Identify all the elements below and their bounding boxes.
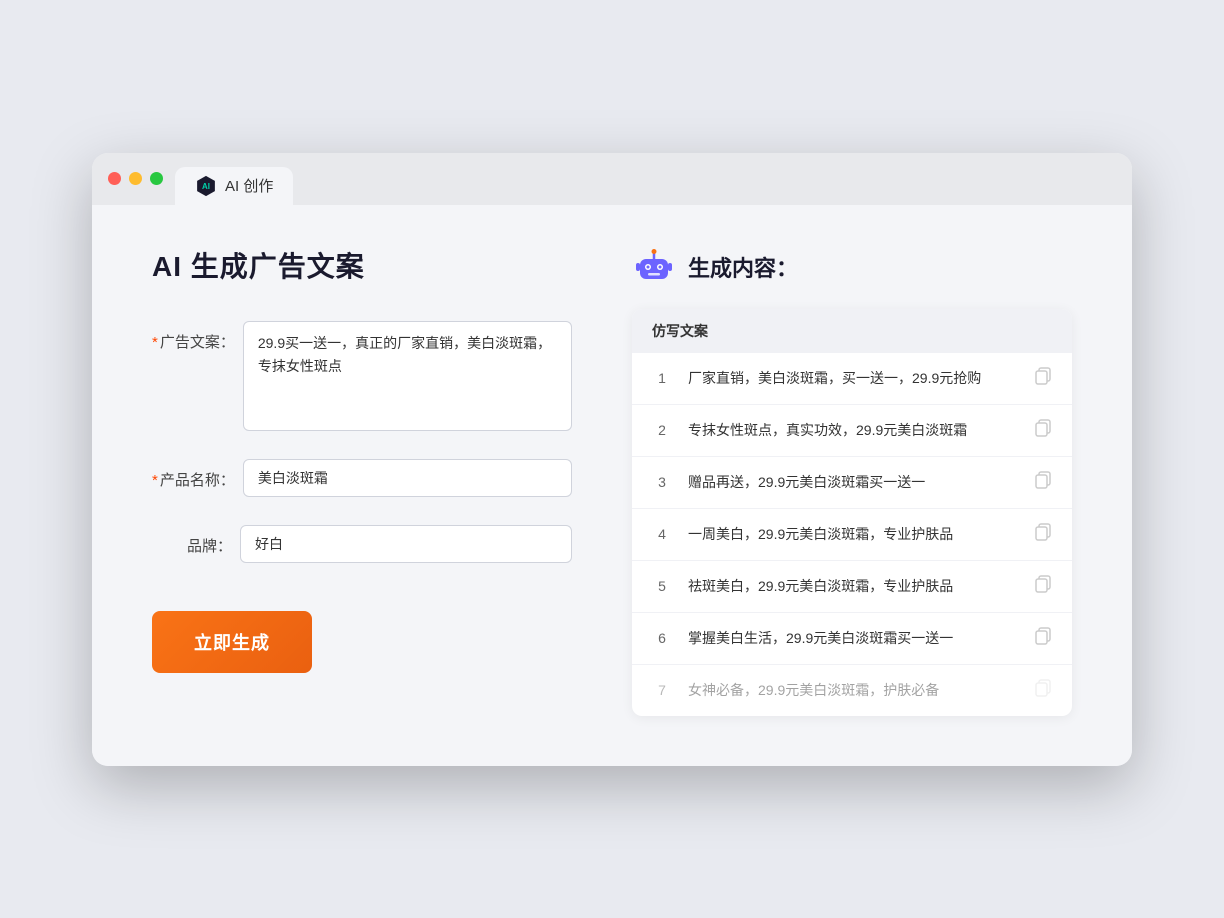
- close-button[interactable]: [108, 172, 121, 185]
- results-header-area: 生成内容：: [632, 245, 1072, 289]
- left-panel: AI 生成广告文案 *广告文案： 29.9买一送一，真正的厂家直销，美白淡斑霜，…: [152, 245, 572, 716]
- ad-copy-group: *广告文案： 29.9买一送一，真正的厂家直销，美白淡斑霜，专抹女性斑点: [152, 321, 572, 431]
- row-number: 5: [652, 578, 672, 594]
- browser-content: AI 生成广告文案 *广告文案： 29.9买一送一，真正的厂家直销，美白淡斑霜，…: [92, 205, 1132, 766]
- minimize-button[interactable]: [129, 172, 142, 185]
- row-text: 专抹女性斑点，真实功效，29.9元美白淡斑霜: [688, 420, 1018, 441]
- product-name-group: *产品名称：: [152, 459, 572, 497]
- brand-label: 品牌：: [152, 525, 232, 556]
- table-row: 7 女神必备，29.9元美白淡斑霜，护肤必备: [632, 665, 1072, 716]
- copy-icon[interactable]: [1034, 419, 1052, 442]
- row-text: 一周美白，29.9元美白淡斑霜，专业护肤品: [688, 524, 1018, 545]
- copy-icon[interactable]: [1034, 367, 1052, 390]
- required-mark-1: *: [152, 334, 158, 351]
- table-row: 2 专抹女性斑点，真实功效，29.9元美白淡斑霜: [632, 405, 1072, 457]
- traffic-lights: [108, 172, 163, 199]
- product-input[interactable]: [243, 459, 572, 497]
- table-row: 6 掌握美白生活，29.9元美白淡斑霜买一送一: [632, 613, 1072, 665]
- table-row: 1 厂家直销，美白淡斑霜，买一送一，29.9元抢购: [632, 353, 1072, 405]
- row-text: 祛斑美白，29.9元美白淡斑霜，专业护肤品: [688, 576, 1018, 597]
- row-number: 1: [652, 370, 672, 386]
- row-text: 掌握美白生活，29.9元美白淡斑霜买一送一: [688, 628, 1018, 649]
- results-title: 生成内容：: [688, 251, 798, 283]
- robot-icon: [632, 245, 676, 289]
- row-number: 4: [652, 526, 672, 542]
- copy-icon[interactable]: [1034, 627, 1052, 650]
- ad-copy-label: *广告文案：: [152, 321, 235, 352]
- tab-label: AI 创作: [225, 175, 273, 196]
- browser-window: AI AI 创作 AI 生成广告文案 *广告文案： 29.9买一送一，真正的厂家…: [92, 153, 1132, 766]
- product-label: *产品名称：: [152, 459, 235, 490]
- copy-icon[interactable]: [1034, 575, 1052, 598]
- row-number: 2: [652, 422, 672, 438]
- table-row: 4 一周美白，29.9元美白淡斑霜，专业护肤品: [632, 509, 1072, 561]
- tab-bar: AI AI 创作: [175, 167, 293, 205]
- ad-copy-input[interactable]: 29.9买一送一，真正的厂家直销，美白淡斑霜，专抹女性斑点: [243, 321, 572, 431]
- copy-icon[interactable]: [1034, 679, 1052, 702]
- brand-group: 品牌：: [152, 525, 572, 563]
- brand-input[interactable]: [240, 525, 572, 563]
- row-number: 7: [652, 682, 672, 698]
- results-table: 仿写文案 1 厂家直销，美白淡斑霜，买一送一，29.9元抢购 2 专抹女性斑点，真实…: [632, 309, 1072, 716]
- tab-ai-creation[interactable]: AI AI 创作: [175, 167, 293, 205]
- ai-tab-icon: AI: [195, 175, 217, 197]
- svg-text:AI: AI: [202, 182, 210, 191]
- page-title: AI 生成广告文案: [152, 245, 572, 285]
- row-text: 厂家直销，美白淡斑霜，买一送一，29.9元抢购: [688, 368, 1018, 389]
- row-text: 赠品再送，29.9元美白淡斑霜买一送一: [688, 472, 1018, 493]
- generate-button[interactable]: 立即生成: [152, 611, 312, 673]
- results-rows: 1 厂家直销，美白淡斑霜，买一送一，29.9元抢购 2 专抹女性斑点，真实功效，29…: [632, 353, 1072, 716]
- row-number: 3: [652, 474, 672, 490]
- row-text: 女神必备，29.9元美白淡斑霜，护肤必备: [688, 680, 1018, 701]
- row-number: 6: [652, 630, 672, 646]
- browser-chrome: AI AI 创作: [92, 153, 1132, 205]
- table-row: 3 赠品再送，29.9元美白淡斑霜买一送一: [632, 457, 1072, 509]
- required-mark-2: *: [152, 472, 158, 489]
- table-header: 仿写文案: [632, 309, 1072, 353]
- right-panel: 生成内容： 仿写文案 1 厂家直销，美白淡斑霜，买一送一，29.9元抢购 2 专抹女…: [632, 245, 1072, 716]
- table-row: 5 祛斑美白，29.9元美白淡斑霜，专业护肤品: [632, 561, 1072, 613]
- copy-icon[interactable]: [1034, 523, 1052, 546]
- maximize-button[interactable]: [150, 172, 163, 185]
- copy-icon[interactable]: [1034, 471, 1052, 494]
